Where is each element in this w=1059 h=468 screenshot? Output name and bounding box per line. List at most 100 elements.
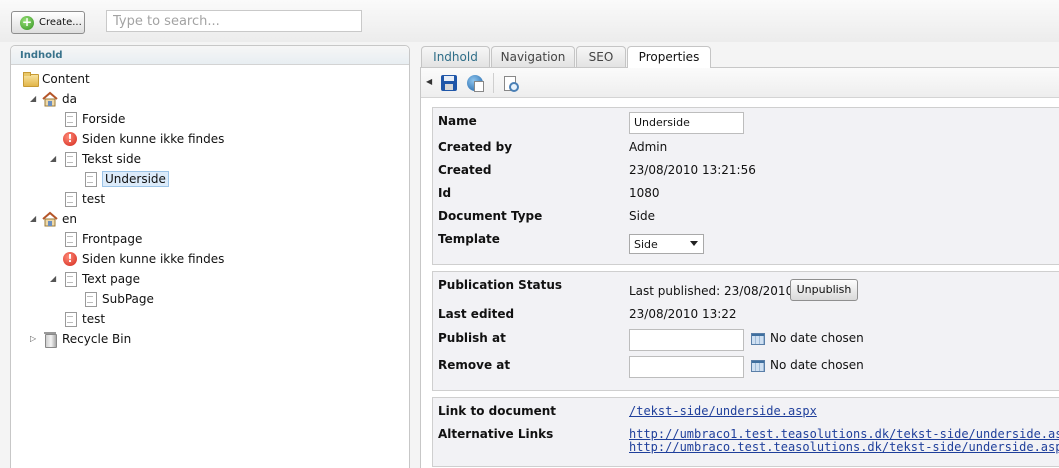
remove-at-input[interactable] bbox=[629, 356, 744, 378]
id-label: Id bbox=[438, 186, 452, 200]
tab-navigation[interactable]: Navigation bbox=[491, 46, 575, 67]
page-icon bbox=[62, 191, 78, 207]
publication-section: Publication Status Last published: 23/08… bbox=[432, 271, 1059, 391]
id-value: 1080 bbox=[629, 186, 660, 200]
name-label: Name bbox=[438, 114, 477, 128]
tab-properties[interactable]: Properties bbox=[627, 46, 711, 68]
created-label: Created bbox=[438, 163, 492, 177]
remove-at-label: Remove at bbox=[438, 358, 511, 372]
save-and-publish-icon[interactable] bbox=[467, 75, 484, 92]
template-select[interactable]: Side bbox=[629, 234, 704, 254]
error-icon bbox=[62, 251, 78, 267]
created-by-value: Admin bbox=[629, 140, 668, 154]
tree-node-recycle-bin[interactable]: ▷ Recycle Bin bbox=[30, 330, 132, 348]
chevron-down-icon bbox=[690, 241, 698, 246]
recycle-bin-icon bbox=[42, 331, 58, 348]
top-toolbar: + Create... bbox=[0, 0, 1059, 42]
tree-node-frontpage[interactable]: Frontpage bbox=[62, 230, 142, 248]
tree-node-label: Text page bbox=[82, 272, 141, 286]
home-icon bbox=[42, 91, 58, 107]
last-edited-value: 23/08/2010 13:22 bbox=[629, 307, 737, 321]
alternative-links-label: Alternative Links bbox=[438, 427, 554, 441]
home-icon bbox=[42, 211, 58, 227]
publish-at-hint: No date chosen bbox=[770, 331, 864, 345]
tree-node-label: test bbox=[82, 312, 106, 326]
toolbar-divider bbox=[493, 73, 494, 93]
alternative-link-1[interactable]: http://umbraco1.test.teasolutions.dk/tek… bbox=[629, 427, 1059, 441]
page-icon bbox=[62, 271, 78, 287]
tree-node-siden-kunne-ikke-findes[interactable]: Siden kunne ikke findes bbox=[62, 130, 224, 148]
collapse-arrow-icon[interactable]: ◢ bbox=[30, 95, 38, 103]
tree-panel-header: Indhold bbox=[11, 46, 409, 65]
page-icon bbox=[62, 111, 78, 127]
create-button-label: Create... bbox=[39, 17, 82, 28]
collapse-arrow-icon[interactable]: ◢ bbox=[50, 275, 58, 283]
last-edited-label: Last edited bbox=[438, 307, 515, 321]
template-label: Template bbox=[438, 232, 500, 246]
tree-node-label: Tekst side bbox=[82, 152, 141, 166]
tree-node-subpage[interactable]: SubPage bbox=[82, 290, 154, 308]
unpublish-button[interactable]: Unpublish bbox=[790, 279, 858, 301]
collapse-arrow-icon[interactable]: ◢ bbox=[50, 155, 58, 163]
tree-node-label: da bbox=[62, 92, 77, 106]
properties-panel: ◀ Name Underside Created by Admin Create… bbox=[420, 67, 1059, 468]
tree-node-label: Forside bbox=[82, 112, 126, 126]
content-tree-panel: Indhold Content ◢ da Forside Siden kunne… bbox=[10, 45, 410, 468]
tree-node-test[interactable]: test bbox=[62, 190, 105, 208]
tree-node-forside[interactable]: Forside bbox=[62, 110, 125, 128]
links-section: Link to document /tekst-side/underside.a… bbox=[432, 397, 1059, 467]
tree-node-test-en[interactable]: test bbox=[62, 310, 105, 328]
tree-node-text-page[interactable]: ◢ Text page bbox=[50, 270, 141, 288]
folder-icon bbox=[22, 71, 39, 87]
created-value: 23/08/2010 13:21:56 bbox=[629, 163, 756, 177]
alternative-link-2[interactable]: http://umbraco.test.teasolutions.dk/teks… bbox=[629, 440, 1059, 454]
link-to-document[interactable]: /tekst-side/underside.aspx bbox=[629, 404, 817, 418]
collapse-left-icon[interactable]: ◀ bbox=[426, 78, 434, 86]
template-select-value: Side bbox=[634, 238, 658, 251]
expand-arrow-icon[interactable]: ▷ bbox=[30, 335, 38, 343]
name-input[interactable]: Underside bbox=[629, 112, 744, 134]
page-icon bbox=[62, 151, 78, 167]
search-input[interactable] bbox=[106, 10, 362, 32]
error-icon bbox=[62, 131, 78, 147]
tree-node-siden-kunne-ikke-findes-en[interactable]: Siden kunne ikke findes bbox=[62, 250, 224, 268]
plus-icon: + bbox=[20, 14, 34, 30]
tab-indhold[interactable]: Indhold bbox=[421, 46, 490, 67]
document-type-value: Side bbox=[629, 209, 655, 223]
created-by-label: Created by bbox=[438, 140, 513, 154]
publish-at-input[interactable] bbox=[629, 329, 744, 351]
generic-properties-section: Name Underside Created by Admin Created … bbox=[432, 107, 1059, 265]
page-icon bbox=[62, 311, 78, 327]
tree-node-label: Recycle Bin bbox=[62, 332, 132, 346]
tree-node-label: SubPage bbox=[102, 292, 154, 306]
editor-toolbar: ◀ bbox=[421, 68, 1059, 98]
tab-seo[interactable]: SEO bbox=[576, 46, 626, 67]
save-icon[interactable] bbox=[441, 75, 457, 91]
tree-node-en[interactable]: ◢ en bbox=[30, 210, 77, 228]
calendar-icon[interactable] bbox=[751, 360, 765, 372]
create-button[interactable]: + Create... bbox=[11, 11, 85, 34]
document-type-label: Document Type bbox=[438, 209, 543, 223]
tree-node-label: Content bbox=[42, 72, 90, 86]
tree-node-label-selected: Underside bbox=[102, 171, 169, 187]
page-icon bbox=[82, 291, 98, 307]
page-icon bbox=[62, 231, 78, 247]
tree-node-tekst-side[interactable]: ◢ Tekst side bbox=[50, 150, 141, 168]
tree-node-label: Siden kunne ikke findes bbox=[82, 252, 225, 266]
collapse-arrow-icon[interactable]: ◢ bbox=[30, 215, 38, 223]
publication-status-label: Publication Status bbox=[438, 278, 563, 292]
link-to-document-label: Link to document bbox=[438, 404, 557, 418]
preview-icon[interactable] bbox=[503, 75, 519, 92]
tree-node-content[interactable]: Content bbox=[22, 70, 90, 88]
tree-node-label: Frontpage bbox=[82, 232, 143, 246]
tree-node-underside[interactable]: Underside bbox=[82, 170, 169, 188]
tree-node-label: Siden kunne ikke findes bbox=[82, 132, 225, 146]
tree-node-label: test bbox=[82, 192, 106, 206]
last-published-value: Last published: 23/08/2010 bbox=[629, 284, 794, 298]
tree-node-da[interactable]: ◢ da bbox=[30, 90, 77, 108]
page-icon bbox=[82, 171, 98, 187]
remove-at-hint: No date chosen bbox=[770, 358, 864, 372]
tree-node-label: en bbox=[62, 212, 77, 226]
calendar-icon[interactable] bbox=[751, 333, 765, 345]
publish-at-label: Publish at bbox=[438, 331, 506, 345]
